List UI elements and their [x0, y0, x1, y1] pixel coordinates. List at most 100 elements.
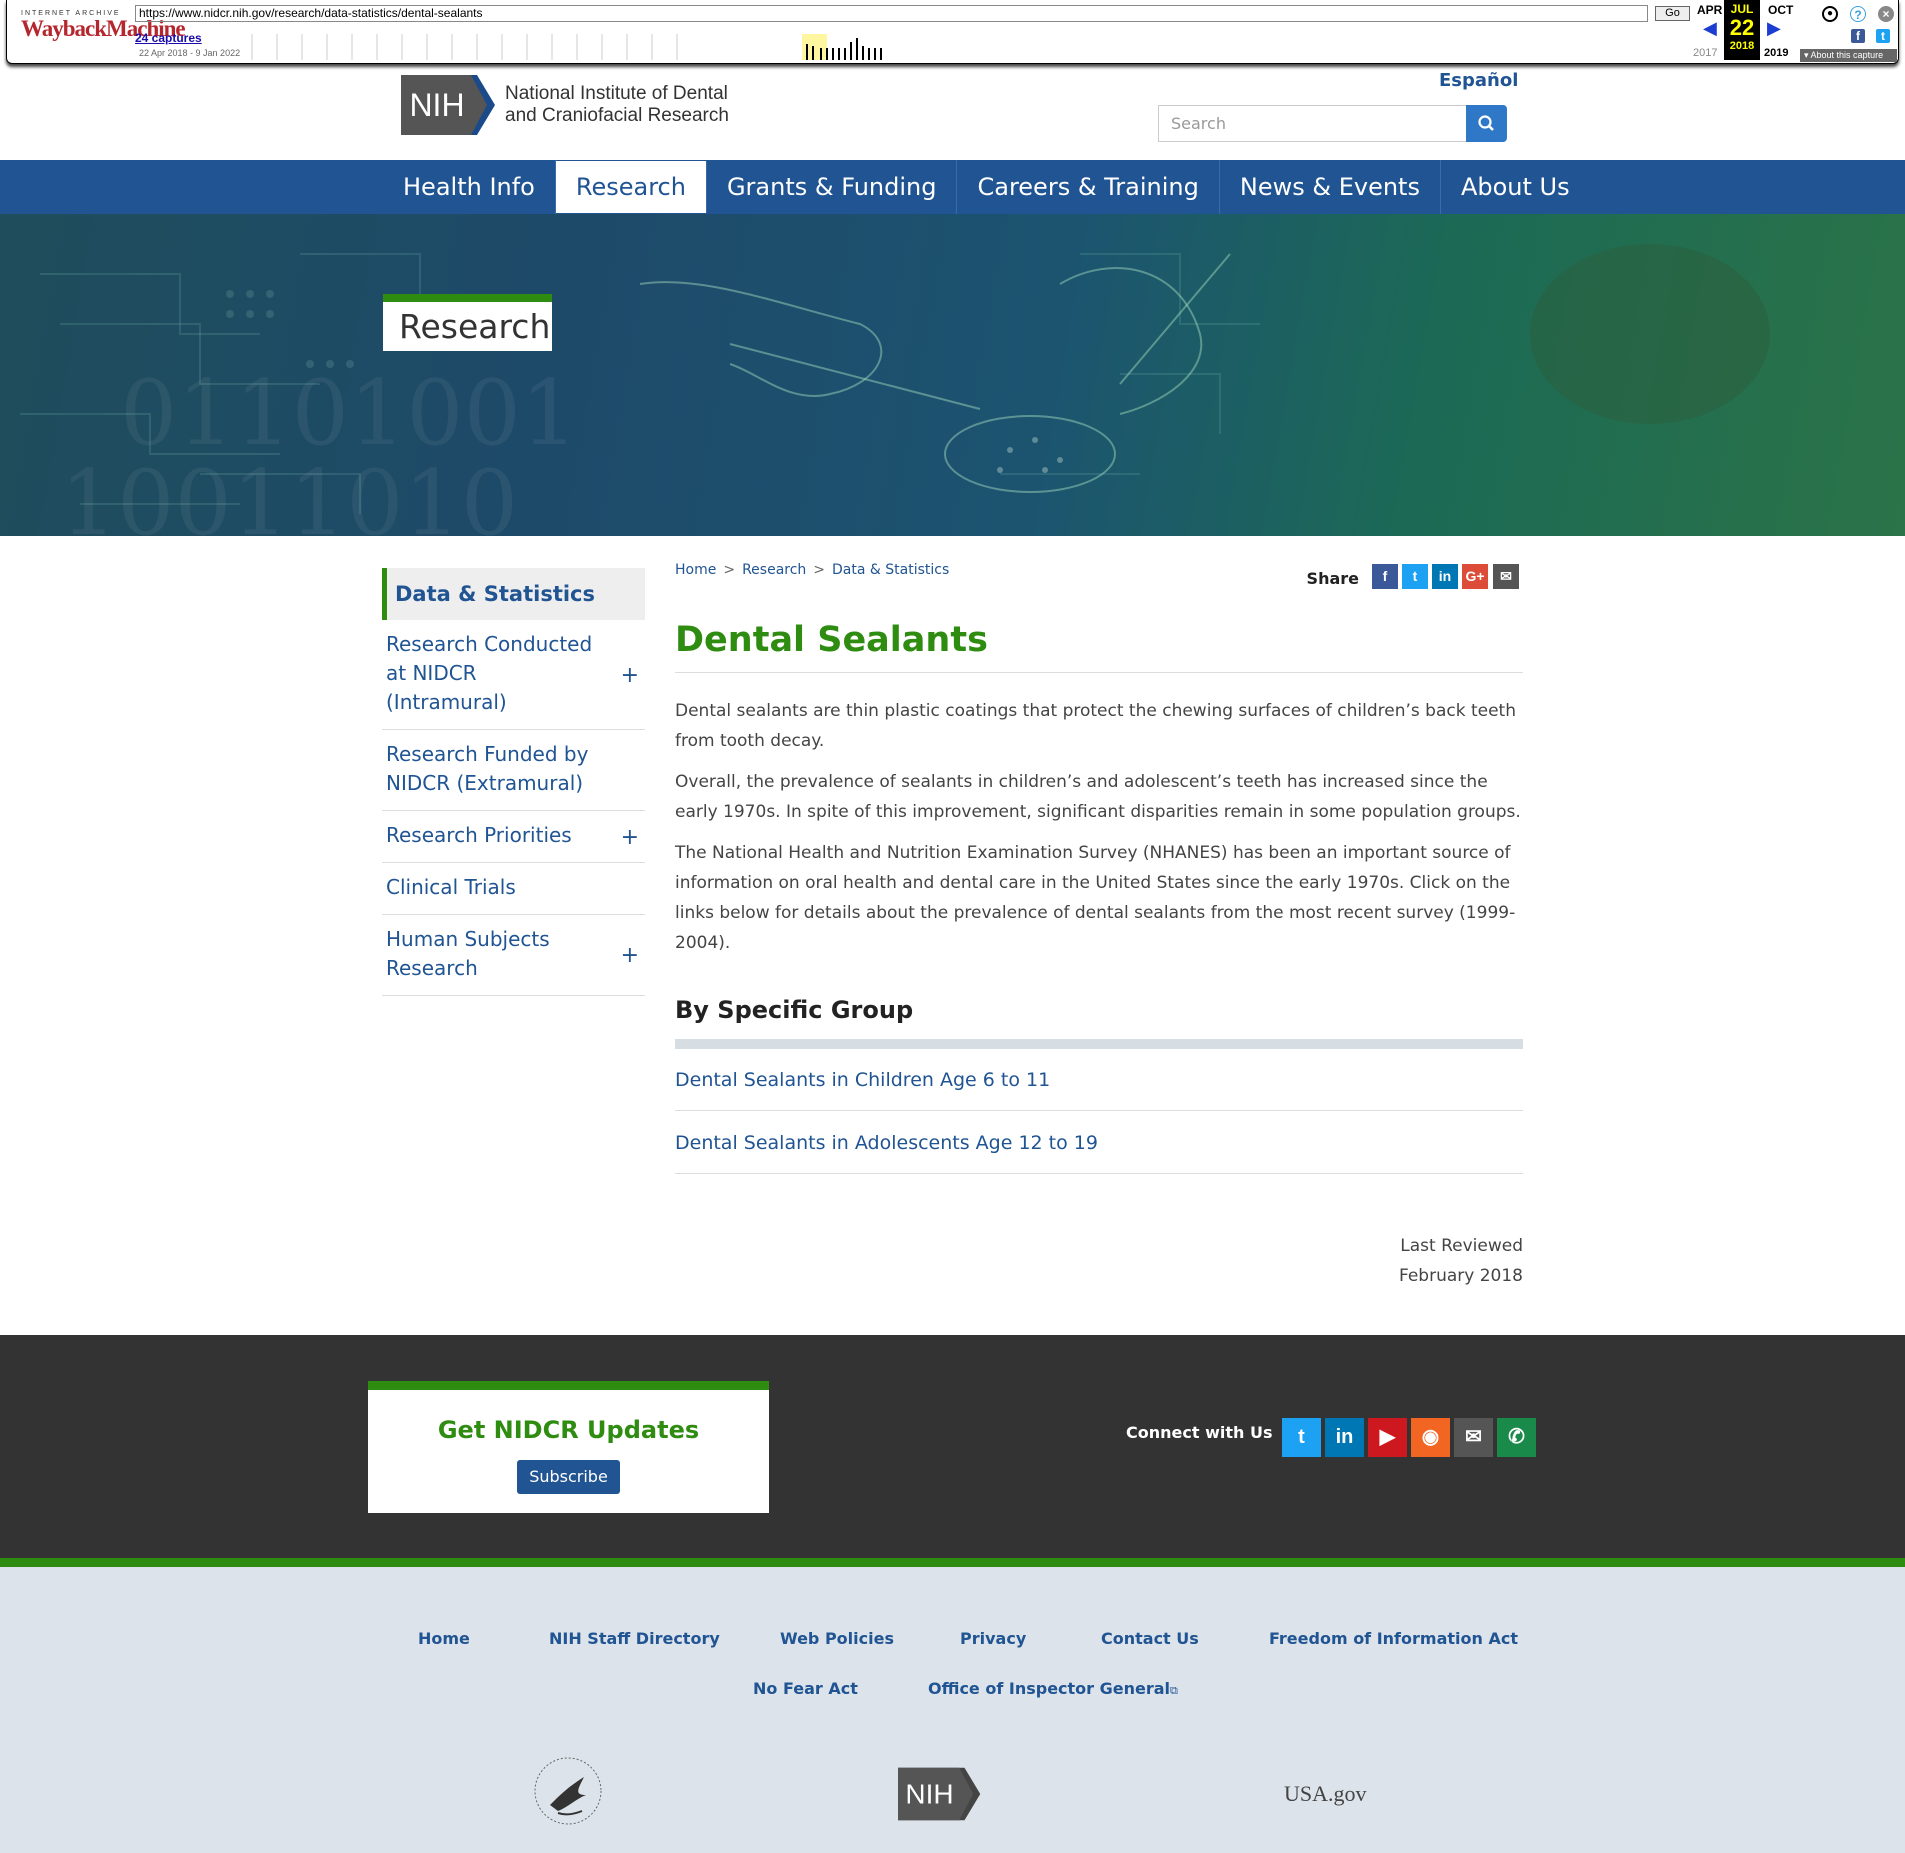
adolescents-sealants-link[interactable]: Dental Sealants in Adolescents Age 12 to…	[675, 1112, 1523, 1174]
breadcrumb-home[interactable]: Home	[675, 562, 716, 578]
close-icon[interactable]: ×	[1878, 6, 1894, 22]
wayback-about-capture[interactable]: ▾ About this capture	[1800, 49, 1897, 62]
sidebar-item-clinical-trials[interactable]: Clinical Trials	[382, 863, 645, 915]
breadcrumb: Home > Research > Data & Statistics	[675, 562, 949, 578]
phone-icon[interactable]: ✆	[1497, 1418, 1536, 1457]
institute-name-line1: National Institute of Dental	[505, 83, 728, 104]
footer-link-staff-directory[interactable]: NIH Staff Directory	[549, 1629, 720, 1648]
footer-link-contact-us[interactable]: Contact Us	[1101, 1629, 1199, 1648]
twitter-icon[interactable]: t	[1876, 29, 1890, 43]
linkedin-icon[interactable]: in	[1325, 1418, 1364, 1457]
nav-careers-training[interactable]: Careers & Training	[957, 160, 1220, 214]
google-plus-icon[interactable]: G+	[1462, 564, 1488, 589]
footer-link-home[interactable]: Home	[418, 1629, 470, 1648]
footer-top: Get NIDCR Updates Subscribe Connect with…	[0, 1335, 1905, 1558]
sidebar: Data & Statistics Research Conducted at …	[382, 568, 645, 996]
twitter-icon[interactable]: t	[1402, 564, 1428, 589]
nih-logo-icon: NIH	[401, 75, 495, 135]
youtube-icon[interactable]: ▶	[1368, 1418, 1407, 1457]
linkedin-icon[interactable]: in	[1432, 564, 1458, 589]
sidebar-item-label: Clinical Trials	[386, 875, 516, 899]
expand-icon[interactable]: +	[621, 661, 639, 690]
share-bar: Share f t in G+ ✉	[1307, 560, 1523, 589]
title-divider	[675, 672, 1523, 673]
sidebar-item-intramural[interactable]: Research Conducted at NIDCR (Intramural)…	[382, 620, 645, 730]
institute-name-line2: and Craniofacial Research	[505, 105, 729, 126]
usa-gov-logo-text: USA.gov	[1284, 1781, 1367, 1806]
wayback-about-label: About this capture	[1810, 50, 1884, 60]
email-icon[interactable]: ✉	[1493, 564, 1519, 589]
breadcrumb-current[interactable]: Data & Statistics	[832, 562, 949, 578]
footer-divider	[0, 1558, 1905, 1567]
nav-health-info[interactable]: Health Info	[383, 160, 556, 214]
wayback-toolbar: INTERNET ARCHIVE WaybackMachine https://…	[6, 0, 1899, 64]
sidebar-heading[interactable]: Data & Statistics	[382, 568, 645, 620]
wayback-next-year[interactable]: 2019	[1764, 47, 1788, 59]
breadcrumb-research[interactable]: Research	[742, 562, 806, 578]
wayback-sparkline[interactable]	[247, 34, 907, 60]
footer-link-inspector-general[interactable]: Office of Inspector General⧉	[928, 1679, 1178, 1698]
wayback-prev-year[interactable]: 2017	[1693, 47, 1717, 59]
wayback-current-year: 2018	[1729, 40, 1755, 52]
wayback-go-button[interactable]: Go	[1655, 6, 1690, 21]
wayback-prev-arrow-icon[interactable]: ◀	[1703, 18, 1717, 39]
footer-link-no-fear-act[interactable]: No Fear Act	[753, 1679, 858, 1698]
wayback-current-month: JUL	[1730, 2, 1754, 16]
nav-news-events[interactable]: News & Events	[1220, 160, 1441, 214]
wayback-logo[interactable]: INTERNET ARCHIVE WaybackMachine	[21, 10, 186, 54]
nav-research[interactable]: Research	[555, 161, 707, 213]
wayback-captures-link[interactable]: 24 captures	[135, 31, 202, 45]
sidebar-item-label: Research Funded by NIDCR (Extramural)	[386, 742, 589, 795]
breadcrumb-separator: >	[813, 562, 826, 578]
hero-background-image: 01101001 10011010	[20, 244, 1770, 536]
twitter-icon[interactable]: t	[1282, 1418, 1321, 1457]
wayback-capture-range: 22 Apr 2018 - 9 Jan 2022	[139, 48, 241, 58]
search-input[interactable]	[1158, 105, 1467, 142]
connect-label: Connect with Us	[1126, 1423, 1273, 1442]
wayback-next-arrow-icon[interactable]: ▶	[1767, 18, 1781, 39]
sidebar-item-extramural[interactable]: Research Funded by NIDCR (Extramural)	[382, 730, 645, 811]
subscribe-button[interactable]: Subscribe	[517, 1460, 620, 1494]
sidebar-item-label: Human Subjects Research	[386, 927, 550, 980]
rss-icon[interactable]: ◉	[1411, 1418, 1450, 1457]
nidcr-logo[interactable]: NIH National Institute of Dental and Cra…	[401, 74, 761, 136]
espanol-link[interactable]: Español	[1439, 70, 1518, 91]
last-reviewed-label: Last Reviewed	[1400, 1236, 1523, 1256]
share-label: Share	[1306, 569, 1359, 588]
updates-box: Get NIDCR Updates Subscribe	[368, 1381, 769, 1513]
nav-grants-funding[interactable]: Grants & Funding	[707, 160, 958, 214]
facebook-icon[interactable]: f	[1851, 29, 1865, 43]
hhs-logo-icon[interactable]	[528, 1755, 608, 1827]
wayback-prev-month[interactable]: APR	[1697, 3, 1722, 17]
nav-about-us[interactable]: About Us	[1441, 160, 1590, 214]
footer-link-privacy[interactable]: Privacy	[960, 1629, 1026, 1648]
footer-bottom: Home NIH Staff Directory Web Policies Pr…	[0, 1567, 1905, 1853]
wayback-next-month[interactable]: OCT	[1768, 3, 1793, 17]
children-sealants-link[interactable]: Dental Sealants in Children Age 6 to 11	[675, 1049, 1523, 1111]
expand-icon[interactable]: +	[621, 823, 639, 852]
main-nav: Health Info Research Grants & Funding Ca…	[0, 160, 1905, 214]
wayback-url-input[interactable]: https://www.nidcr.nih.gov/research/data-…	[135, 5, 1648, 22]
sidebar-item-label: Research Conducted at NIDCR (Intramural)	[386, 632, 593, 714]
search-button[interactable]	[1466, 105, 1507, 142]
wayback-current-date: JUL 22 2018	[1724, 0, 1760, 60]
intro-paragraph: Dental sealants are thin plastic coating…	[675, 701, 1516, 751]
help-icon[interactable]: ?	[1850, 6, 1866, 22]
email-icon[interactable]: ✉	[1454, 1418, 1493, 1457]
page-title: Dental Sealants	[675, 620, 988, 660]
nih-footer-logo-text: NIH	[905, 1779, 953, 1810]
user-icon[interactable]: ●	[1822, 6, 1838, 22]
group-divider	[675, 1039, 1523, 1049]
sidebar-item-research-priorities[interactable]: Research Priorities +	[382, 811, 645, 863]
facebook-icon[interactable]: f	[1372, 564, 1398, 589]
footer-link-foia[interactable]: Freedom of Information Act	[1269, 1629, 1518, 1648]
nih-logo-text: NIH	[409, 87, 464, 123]
sidebar-item-human-subjects[interactable]: Human Subjects Research +	[382, 915, 645, 996]
footer-link-web-policies[interactable]: Web Policies	[780, 1629, 894, 1648]
usa-gov-logo-icon[interactable]: USA.gov	[1280, 1777, 1372, 1807]
sidebar-item-label: Research Priorities	[386, 823, 572, 847]
expand-icon[interactable]: +	[621, 941, 639, 970]
hero-banner: 01101001 10011010 Research	[0, 214, 1905, 536]
prevalence-paragraph: Overall, the prevalence of sealants in c…	[675, 772, 1521, 822]
nih-footer-logo-icon[interactable]: NIH	[898, 1767, 982, 1821]
